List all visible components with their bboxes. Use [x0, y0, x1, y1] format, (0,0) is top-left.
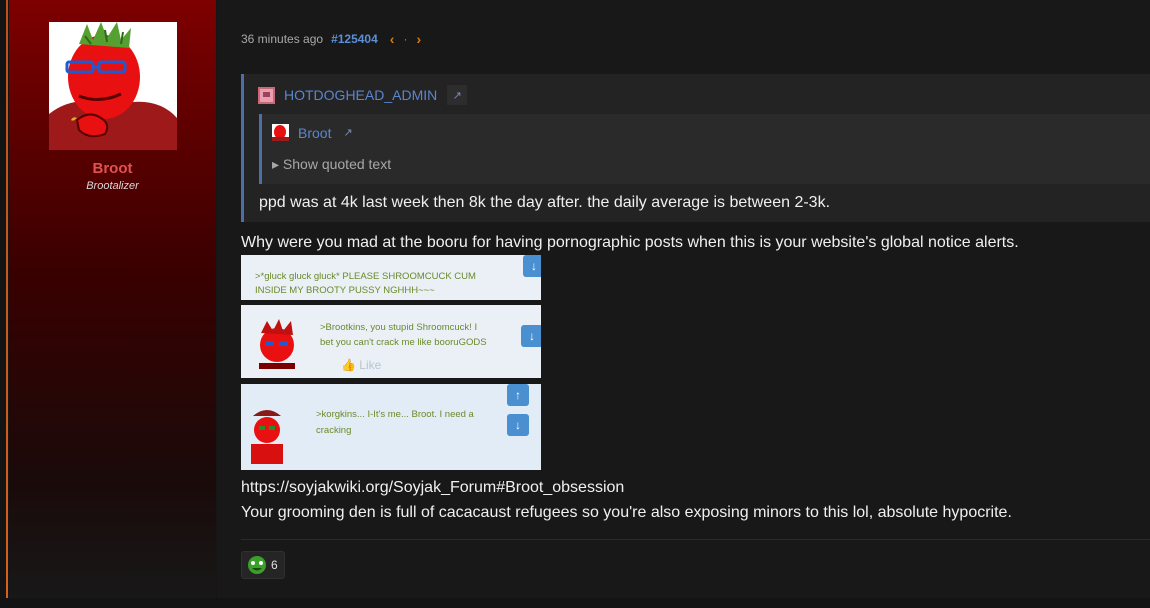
image-1-text2: INSIDE MY BROOTY PUSSY NGHHH~~~: [255, 285, 435, 296]
post-number[interactable]: #125404: [331, 32, 378, 46]
reaction-button[interactable]: 6: [241, 551, 285, 579]
post-time[interactable]: 36 minutes ago: [241, 32, 323, 46]
quote-text: ppd was at 4k last week then 8k the day …: [259, 194, 831, 211]
image-2-character: [259, 319, 295, 369]
reaction-face-icon: [248, 556, 266, 574]
image-1-text1: >*gluck gluck gluck* PLEASE SHROOMCUCK C…: [255, 271, 476, 282]
like-label: Like: [359, 358, 382, 372]
quote-block: HOTDOGHEAD_ADMIN ↗ Broot ↗ ▸ Show quoted…: [241, 74, 1150, 222]
user-avatar[interactable]: [49, 22, 177, 150]
quote-header: HOTDOGHEAD_ADMIN ↗: [258, 85, 468, 105]
attached-image-3[interactable]: >korgkins... I-It's me... Broot. I need …: [241, 384, 541, 470]
image-2-text1: >Brootkins, you stupid Shroomcuck! I: [320, 322, 478, 333]
show-quoted-toggle[interactable]: ▸ Show quoted text: [272, 156, 391, 173]
quote-jump-icon[interactable]: ↗: [447, 85, 468, 105]
reactions-divider: [241, 539, 1150, 540]
nested-quote-avatar: [272, 124, 289, 141]
username[interactable]: Broot: [9, 160, 216, 177]
post-link[interactable]: https://soyjakwiki.org/Soyjak_Forum#Broo…: [241, 479, 624, 497]
prev-post-icon[interactable]: ‹: [390, 31, 395, 47]
nested-quote-jump-icon[interactable]: ↗: [343, 126, 352, 139]
post-main: 36 minutes ago #125404 ‹ · › HOTDOGHEAD_…: [217, 0, 1150, 600]
image-2-like: 👍 Like: [341, 358, 381, 372]
post-text-line1: Why were you mad at the booru for having…: [241, 234, 1019, 251]
user-title: Brootalizer: [86, 180, 139, 192]
attached-image-1[interactable]: >*gluck gluck gluck* PLEASE SHROOMCUCK C…: [241, 255, 541, 300]
image-3-up-arrow-icon: ↑: [507, 384, 529, 406]
next-post-icon[interactable]: ›: [416, 31, 421, 47]
bottom-bar: [0, 598, 1150, 608]
like-icon: 👍: [341, 358, 360, 372]
reaction-count: 6: [271, 558, 278, 572]
quote-author-avatar: [258, 86, 275, 104]
nested-quote-header: Broot ↗: [272, 124, 353, 141]
avatar-image: [49, 22, 177, 150]
post-meta: 36 minutes ago #125404 ‹ · ›: [241, 31, 421, 47]
image-3-down-arrow-icon: ↓: [507, 414, 529, 436]
left-edge: [0, 0, 9, 608]
post-text-line2: Your grooming den is full of cacacaust r…: [241, 504, 1012, 521]
nested-quote-author-name[interactable]: Broot: [298, 125, 331, 141]
image-2-arrow-icon: ↓: [521, 325, 541, 347]
image-3-text2: cracking: [316, 425, 352, 436]
image-3-text1: >korgkins... I-It's me... Broot. I need …: [316, 409, 474, 420]
user-panel: Broot Brootalizer: [9, 0, 216, 600]
nested-quote-block: Broot ↗ ▸ Show quoted text: [259, 114, 1150, 184]
down-arrow-icon: ↓: [523, 255, 541, 277]
nav-dot-icon: ·: [403, 32, 408, 46]
image-2-text2: bet you can't crack me like booruGODS: [320, 337, 487, 348]
accent-stripe: [6, 0, 8, 608]
image-3-character: [251, 410, 283, 464]
attached-image-2[interactable]: >Brootkins, you stupid Shroomcuck! I bet…: [241, 305, 541, 378]
quote-author-name[interactable]: HOTDOGHEAD_ADMIN: [284, 87, 437, 103]
